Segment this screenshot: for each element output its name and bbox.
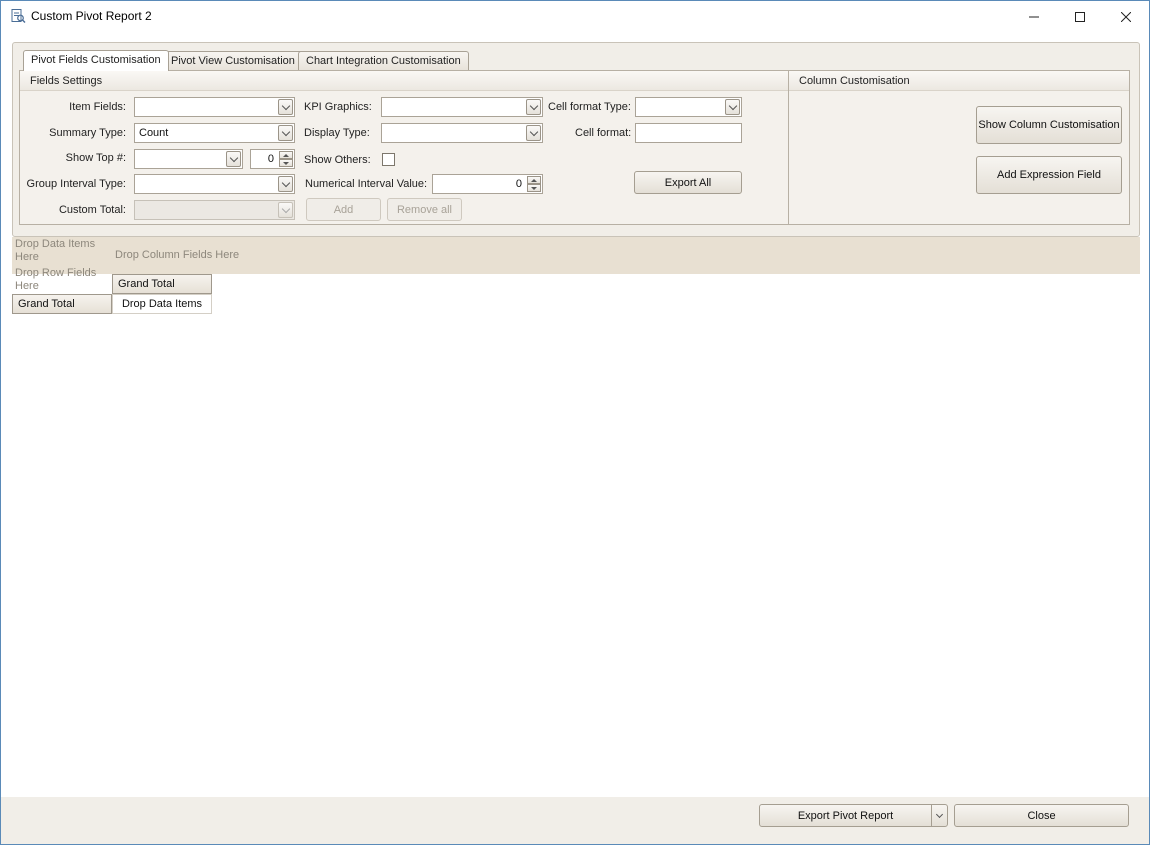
- spin-up-icon[interactable]: [527, 176, 541, 184]
- custom-total-combo: [134, 200, 295, 220]
- dialog-footer: Export Pivot Report Close: [1, 797, 1149, 844]
- summary-type-dropdown-button[interactable]: [278, 125, 293, 141]
- drop-column-fields-zone[interactable]: Drop Column Fields Here: [115, 249, 239, 262]
- drop-data-items-zone[interactable]: Drop Data Items Here: [15, 238, 105, 264]
- export-pivot-report-button[interactable]: Export Pivot Report: [759, 804, 932, 827]
- numerical-interval-value-label: Numerical Interval Value:: [305, 178, 428, 190]
- item-fields-dropdown-button[interactable]: [278, 99, 293, 115]
- group-interval-type-combo[interactable]: [134, 174, 295, 194]
- custom-total-dropdown-button: [278, 202, 293, 218]
- cell-format-type-combo[interactable]: [635, 97, 742, 117]
- show-top-dropdown-button[interactable]: [226, 151, 241, 167]
- kpi-graphics-combo[interactable]: [381, 97, 543, 117]
- numerical-interval-spin-buttons[interactable]: [527, 176, 541, 192]
- tab-pivot-view-customisation[interactable]: Pivot View Customisation: [163, 51, 303, 71]
- fields-settings-header: Fields Settings: [20, 71, 788, 91]
- kpi-graphics-dropdown-button[interactable]: [526, 99, 541, 115]
- chevron-down-icon: [529, 101, 538, 110]
- chevron-down-icon: [281, 101, 290, 110]
- export-all-button[interactable]: Export All: [634, 171, 742, 194]
- close-icon: [1121, 11, 1131, 22]
- window-title: Custom Pivot Report 2: [31, 9, 152, 23]
- drop-data-items-cell[interactable]: Drop Data Items: [112, 294, 212, 314]
- column-grand-total-header[interactable]: Grand Total: [112, 274, 212, 294]
- numerical-interval-value: 0: [515, 178, 522, 190]
- title-bar: Custom Pivot Report 2: [1, 1, 1149, 32]
- show-others-label: Show Others:: [304, 154, 371, 166]
- remove-all-button[interactable]: Remove all: [387, 198, 462, 221]
- maximize-icon: [1075, 11, 1085, 22]
- summary-type-combo[interactable]: Count: [134, 123, 295, 143]
- column-customisation-header: Column Customisation: [789, 71, 1129, 91]
- close-button[interactable]: Close: [954, 804, 1129, 827]
- client-area: Pivot Fields Customisation Pivot View Cu…: [1, 32, 1149, 844]
- item-fields-combo[interactable]: [134, 97, 295, 117]
- display-type-combo[interactable]: [381, 123, 543, 143]
- spin-down-icon[interactable]: [279, 159, 293, 167]
- column-customisation-group: Column Customisation: [788, 70, 1130, 225]
- chevron-down-icon: [529, 127, 538, 136]
- spin-up-icon[interactable]: [279, 151, 293, 159]
- cell-format-input[interactable]: [635, 123, 742, 143]
- cell-format-type-label: Cell format Type:: [548, 101, 631, 113]
- show-top-combo[interactable]: [134, 149, 243, 169]
- group-interval-type-label: Group Interval Type:: [26, 178, 126, 190]
- display-type-label: Display Type:: [304, 127, 370, 139]
- export-pivot-report-dropdown-button[interactable]: [931, 804, 948, 827]
- display-type-dropdown-button[interactable]: [526, 125, 541, 141]
- close-window-button[interactable]: [1103, 1, 1149, 32]
- show-top-count-spinner[interactable]: 0: [250, 149, 295, 169]
- kpi-graphics-label: KPI Graphics:: [304, 101, 372, 113]
- show-top-spin-buttons[interactable]: [279, 151, 293, 167]
- spin-down-icon[interactable]: [527, 184, 541, 192]
- maximize-button[interactable]: [1057, 1, 1103, 32]
- show-top-label: Show Top #:: [65, 152, 126, 164]
- cell-format-type-dropdown-button[interactable]: [725, 99, 740, 115]
- row-grand-total-header[interactable]: Grand Total: [12, 294, 112, 314]
- numerical-interval-value-spinner[interactable]: 0: [432, 174, 543, 194]
- chevron-down-icon: [281, 127, 290, 136]
- tab-pivot-fields-customisation[interactable]: Pivot Fields Customisation: [23, 50, 169, 71]
- add-expression-field-button[interactable]: Add Expression Field: [976, 156, 1122, 194]
- chevron-down-icon: [281, 178, 290, 187]
- chevron-down-icon: [229, 153, 238, 162]
- show-others-checkbox[interactable]: [382, 153, 395, 166]
- cell-format-label: Cell format:: [575, 127, 632, 139]
- summary-type-label: Summary Type:: [49, 127, 126, 139]
- pivot-grid-area: [12, 274, 1140, 797]
- item-fields-label: Item Fields:: [69, 101, 126, 113]
- minimize-icon: [1029, 16, 1039, 17]
- custom-total-label: Custom Total:: [58, 204, 126, 216]
- drop-row-fields-zone[interactable]: Drop Row Fields Here: [15, 267, 105, 293]
- summary-type-value: Count: [139, 127, 169, 139]
- chevron-down-icon: [728, 101, 737, 110]
- chevron-down-icon: [935, 810, 944, 818]
- group-interval-type-dropdown-button[interactable]: [278, 176, 293, 192]
- show-top-count-value: 0: [267, 153, 274, 165]
- pivot-report-window: Custom Pivot Report 2 Pivot Fields Custo…: [0, 0, 1150, 845]
- tab-chart-integration-customisation[interactable]: Chart Integration Customisation: [298, 51, 469, 71]
- app-report-icon: [11, 9, 26, 23]
- show-column-customisation-button[interactable]: Show Column Customisation: [976, 106, 1122, 144]
- add-button[interactable]: Add: [306, 198, 381, 221]
- minimize-button[interactable]: [1011, 1, 1057, 32]
- chevron-down-icon: [281, 204, 290, 213]
